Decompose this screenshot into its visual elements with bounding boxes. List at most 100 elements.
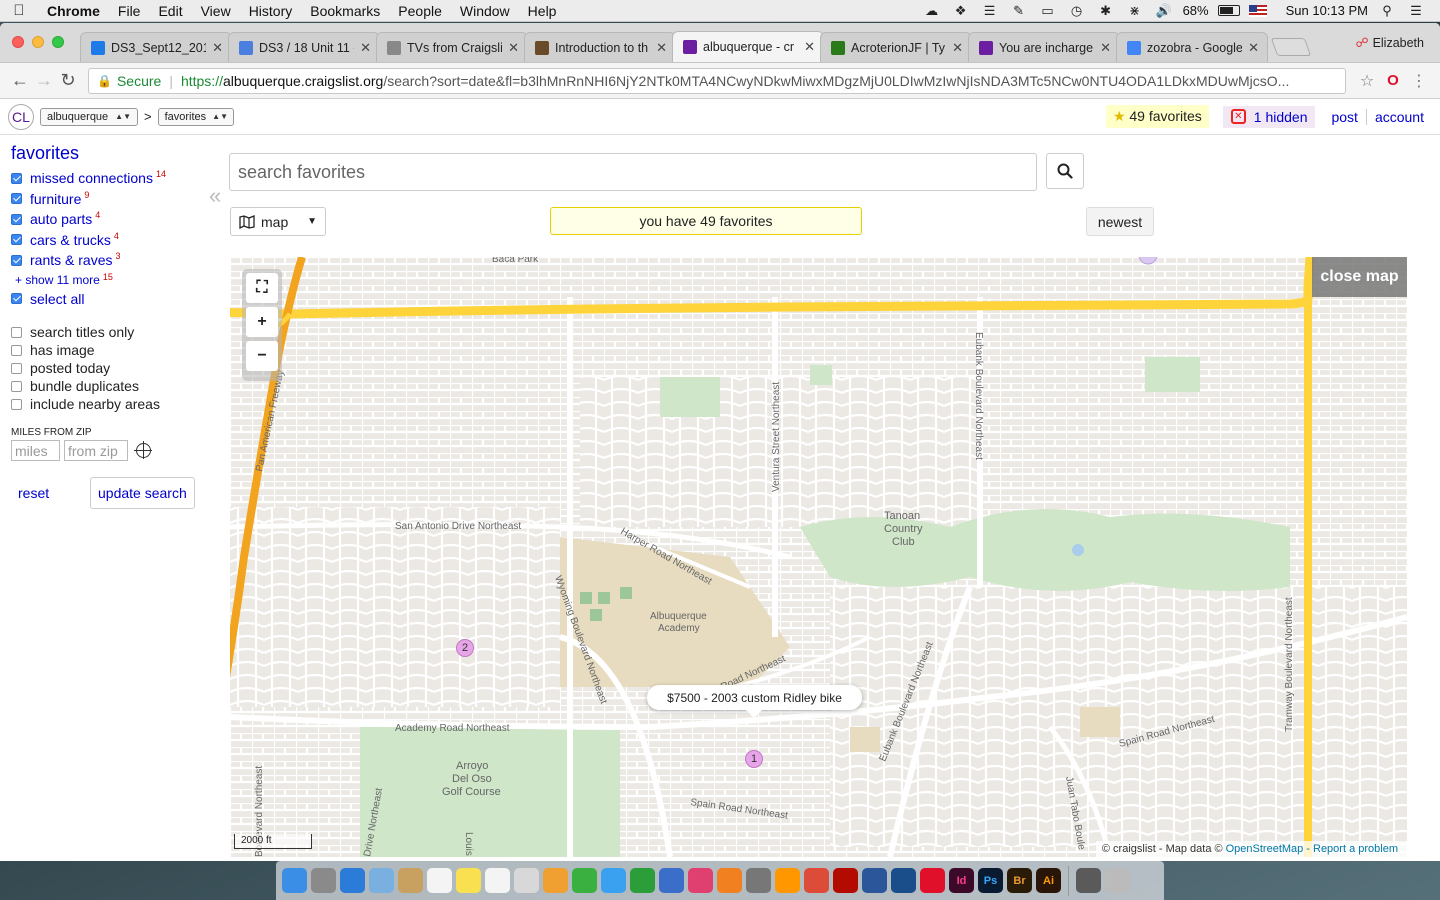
notes-icon[interactable] xyxy=(398,868,423,893)
folder-icon[interactable] xyxy=(1076,868,1101,893)
chrome-menu-icon[interactable]: ⋮ xyxy=(1406,71,1432,91)
system-prefs-icon[interactable] xyxy=(746,868,771,893)
search-button[interactable] xyxy=(1046,153,1084,189)
photos-icon[interactable] xyxy=(543,868,568,893)
update-search-button[interactable]: update search xyxy=(90,477,195,509)
forward-icon[interactable]: → xyxy=(32,70,56,91)
close-tab-icon[interactable]: ✕ xyxy=(656,40,667,56)
fullscreen-icon[interactable]: ⛶ xyxy=(246,273,278,303)
close-tab-icon[interactable]: ✕ xyxy=(1100,40,1111,56)
category-filter[interactable]: cars & trucks 4 xyxy=(11,230,210,251)
numbers-icon[interactable] xyxy=(630,868,655,893)
stack-icon[interactable]: ☰ xyxy=(980,3,1000,18)
option-label[interactable]: has image xyxy=(30,342,95,358)
checkbox-checked[interactable] xyxy=(11,293,22,305)
battery-percent[interactable]: 68% xyxy=(1183,3,1209,18)
notification-center-icon[interactable]: ☰ xyxy=(1406,3,1426,18)
search-option[interactable]: bundle duplicates xyxy=(11,377,210,395)
post-link[interactable]: post xyxy=(1323,109,1365,125)
bridge-icon[interactable]: Br xyxy=(1007,868,1032,893)
acrobat-icon[interactable] xyxy=(833,868,858,893)
keynote-icon[interactable] xyxy=(659,868,684,893)
browser-tab[interactable]: DS3_Sept12_2018 ✕ xyxy=(80,32,232,62)
checkbox-checked[interactable] xyxy=(11,172,22,184)
category-label[interactable]: rants & raves xyxy=(30,252,112,268)
hidden-badge[interactable]: ✕ 1 hidden xyxy=(1222,105,1316,128)
search-option[interactable]: search titles only xyxy=(11,323,210,341)
menu-edit[interactable]: Edit xyxy=(149,3,191,19)
sort-newest-button[interactable]: newest xyxy=(1086,207,1154,236)
bluetooth-icon[interactable]: ✱ xyxy=(1096,3,1116,18)
option-label[interactable]: bundle duplicates xyxy=(30,378,139,394)
menu-view[interactable]: View xyxy=(192,3,240,19)
trash-icon[interactable] xyxy=(1105,868,1130,893)
show-more-link[interactable]: + show 11 more 15 xyxy=(11,271,210,289)
close-tab-icon[interactable]: ✕ xyxy=(360,40,371,56)
category-label[interactable]: missed connections xyxy=(30,170,153,186)
category-filter[interactable]: auto parts 4 xyxy=(11,209,210,230)
map-pin-listing[interactable]: 1 xyxy=(745,750,763,768)
reload-icon[interactable]: ↻ xyxy=(56,70,80,91)
option-label[interactable]: search titles only xyxy=(30,324,134,340)
locate-me-icon[interactable] xyxy=(134,441,152,459)
itunes-icon[interactable] xyxy=(688,868,713,893)
checkbox-unchecked[interactable] xyxy=(11,398,22,410)
creative-cloud-icon[interactable]: ☁ xyxy=(922,3,942,18)
menu-bookmarks[interactable]: Bookmarks xyxy=(301,3,389,19)
url-text[interactable]: https://albuquerque.craigslist.org/searc… xyxy=(181,73,1289,89)
facetime-icon[interactable] xyxy=(572,868,597,893)
map-pin-cluster[interactable]: 2 xyxy=(456,639,474,657)
option-label[interactable]: include nearby areas xyxy=(30,396,160,412)
checkbox-unchecked[interactable] xyxy=(11,326,22,338)
menu-people[interactable]: People xyxy=(389,3,451,19)
listing-popup[interactable]: $7500 - 2003 custom Ridley bike xyxy=(647,685,862,718)
close-tab-icon[interactable]: ✕ xyxy=(804,39,815,55)
category-filter[interactable]: furniture 9 xyxy=(11,189,210,210)
zoom-window-button[interactable] xyxy=(52,36,64,48)
reminders-icon[interactable] xyxy=(485,868,510,893)
close-map-button[interactable]: close map xyxy=(1312,257,1407,297)
cl-logo[interactable]: CL xyxy=(8,103,34,130)
battery-icon[interactable] xyxy=(1217,5,1240,16)
opera-extension-icon[interactable]: O xyxy=(1380,72,1406,89)
select-all-filter[interactable]: select all xyxy=(11,289,210,310)
input-source-flag-icon[interactable] xyxy=(1248,4,1267,17)
checkbox-checked[interactable] xyxy=(11,254,22,266)
checkbox-checked[interactable] xyxy=(11,193,22,205)
apple-icon[interactable]:  xyxy=(0,2,38,19)
profile-button[interactable]: ☍ Elizabeth xyxy=(1355,35,1424,51)
menubar-clock[interactable]: Sun 10:13 PM xyxy=(1286,3,1368,18)
browser-tab[interactable]: AcroterionJF | Ty ✕ xyxy=(820,32,972,62)
menu-window[interactable]: Window xyxy=(451,3,519,19)
menu-help[interactable]: Help xyxy=(519,3,566,19)
spotlight-icon[interactable]: ⚲ xyxy=(1377,3,1397,18)
time-machine-icon[interactable]: ◷ xyxy=(1067,3,1087,18)
browser-tab[interactable]: Introduction to th ✕ xyxy=(524,32,676,62)
bookmark-star-icon[interactable]: ☆ xyxy=(1354,71,1380,91)
checkbox-checked[interactable] xyxy=(11,213,22,225)
search-option[interactable]: has image xyxy=(11,341,210,359)
preview-icon[interactable] xyxy=(369,868,394,893)
area-select[interactable]: albuquerque ▲▼ xyxy=(40,107,138,126)
finder-icon[interactable] xyxy=(282,868,307,893)
safari-icon[interactable] xyxy=(340,868,365,893)
wifi-icon[interactable]: ⋇ xyxy=(1125,3,1145,18)
account-link[interactable]: account xyxy=(1365,108,1432,125)
menu-app-chrome[interactable]: Chrome xyxy=(38,3,109,19)
checkbox-unchecked[interactable] xyxy=(11,362,22,374)
search-option[interactable]: posted today xyxy=(11,359,210,377)
close-window-button[interactable] xyxy=(12,36,24,48)
zip-input[interactable]: from zip xyxy=(64,440,128,461)
menu-file[interactable]: File xyxy=(109,3,150,19)
minimize-window-button[interactable] xyxy=(32,36,44,48)
airplay-icon[interactable]: ▭ xyxy=(1038,3,1058,18)
new-tab-button[interactable] xyxy=(1270,38,1312,56)
option-label[interactable]: posted today xyxy=(30,360,110,376)
word-icon[interactable] xyxy=(862,868,887,893)
close-tab-icon[interactable]: ✕ xyxy=(212,40,223,56)
results-map[interactable]: Baca Park Pan American Freeway Ventura S… xyxy=(230,257,1407,857)
browser-tab[interactable]: albuquerque - cr ✕ xyxy=(672,31,824,62)
sublime-icon[interactable] xyxy=(775,868,800,893)
favorites-badge[interactable]: ★ 49 favorites xyxy=(1105,105,1209,128)
category-label[interactable]: auto parts xyxy=(30,211,92,227)
